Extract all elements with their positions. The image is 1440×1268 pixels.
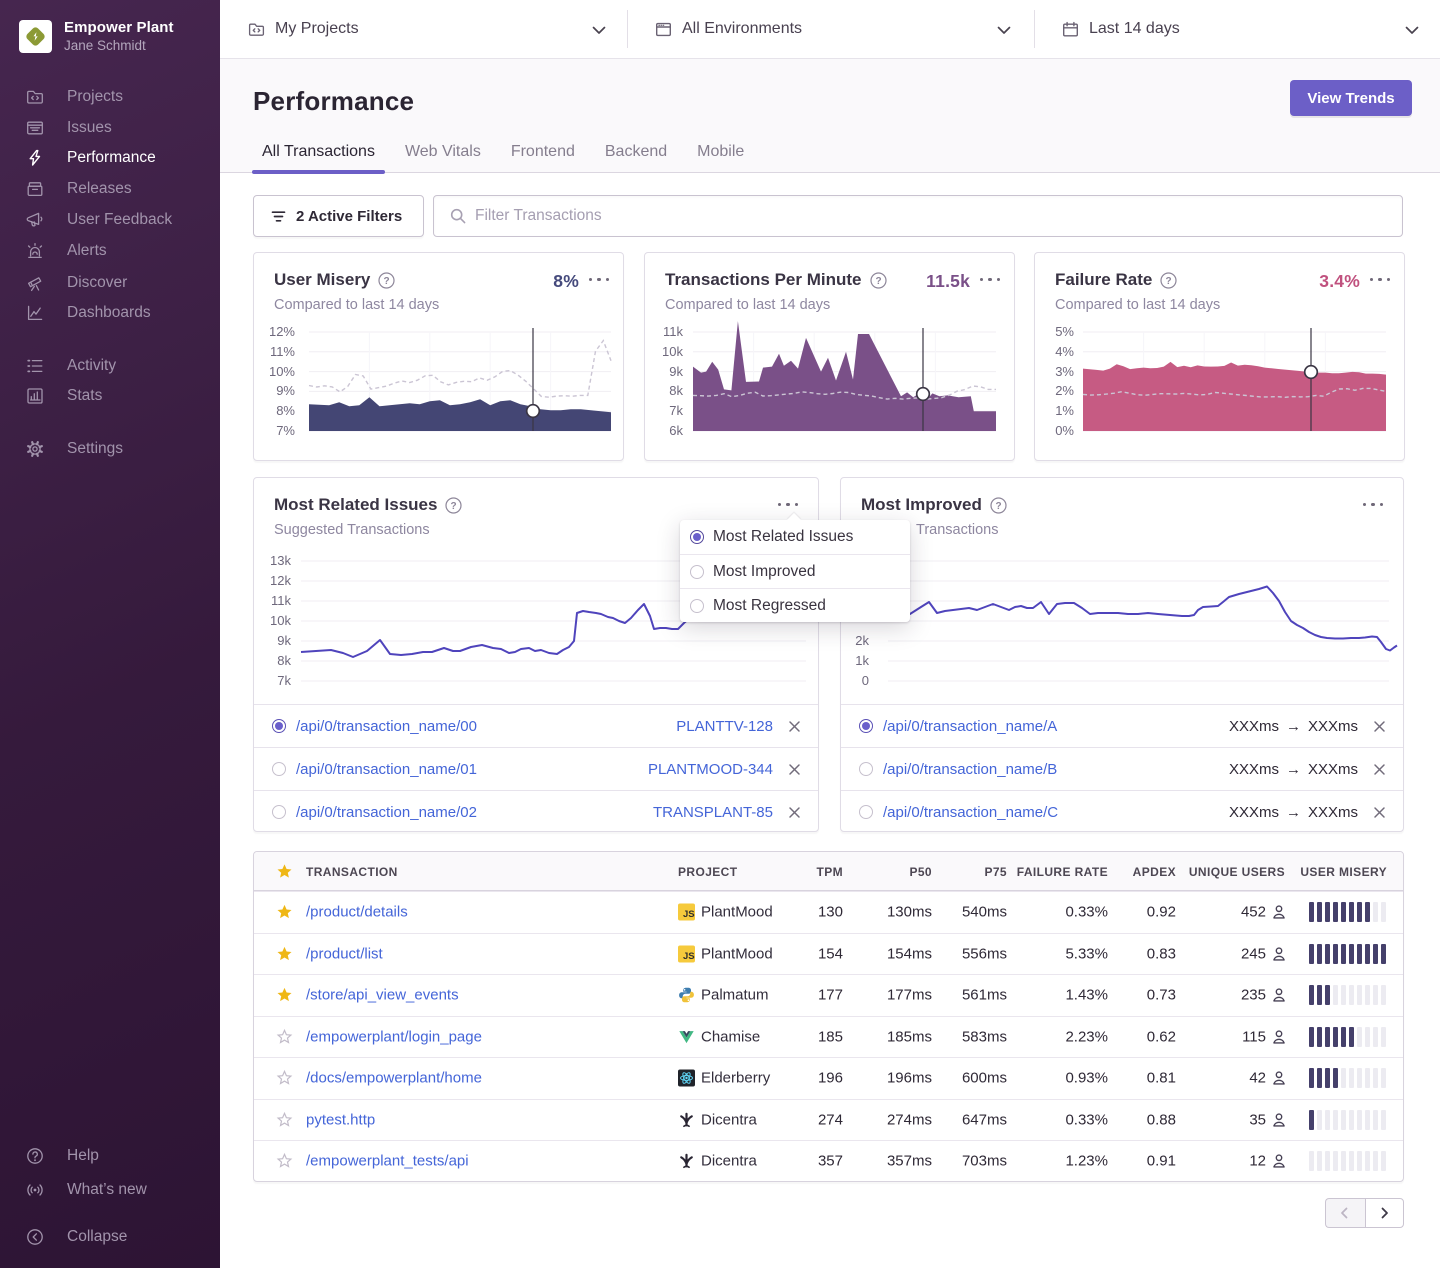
svg-text:JS: JS (683, 909, 695, 920)
svg-text:JS: JS (683, 951, 695, 962)
svg-text:?: ? (875, 276, 881, 287)
svg-text:?: ? (995, 501, 1001, 512)
svg-text:?: ? (1166, 276, 1172, 287)
svg-text:?: ? (384, 276, 390, 287)
svg-text:?: ? (451, 501, 457, 512)
